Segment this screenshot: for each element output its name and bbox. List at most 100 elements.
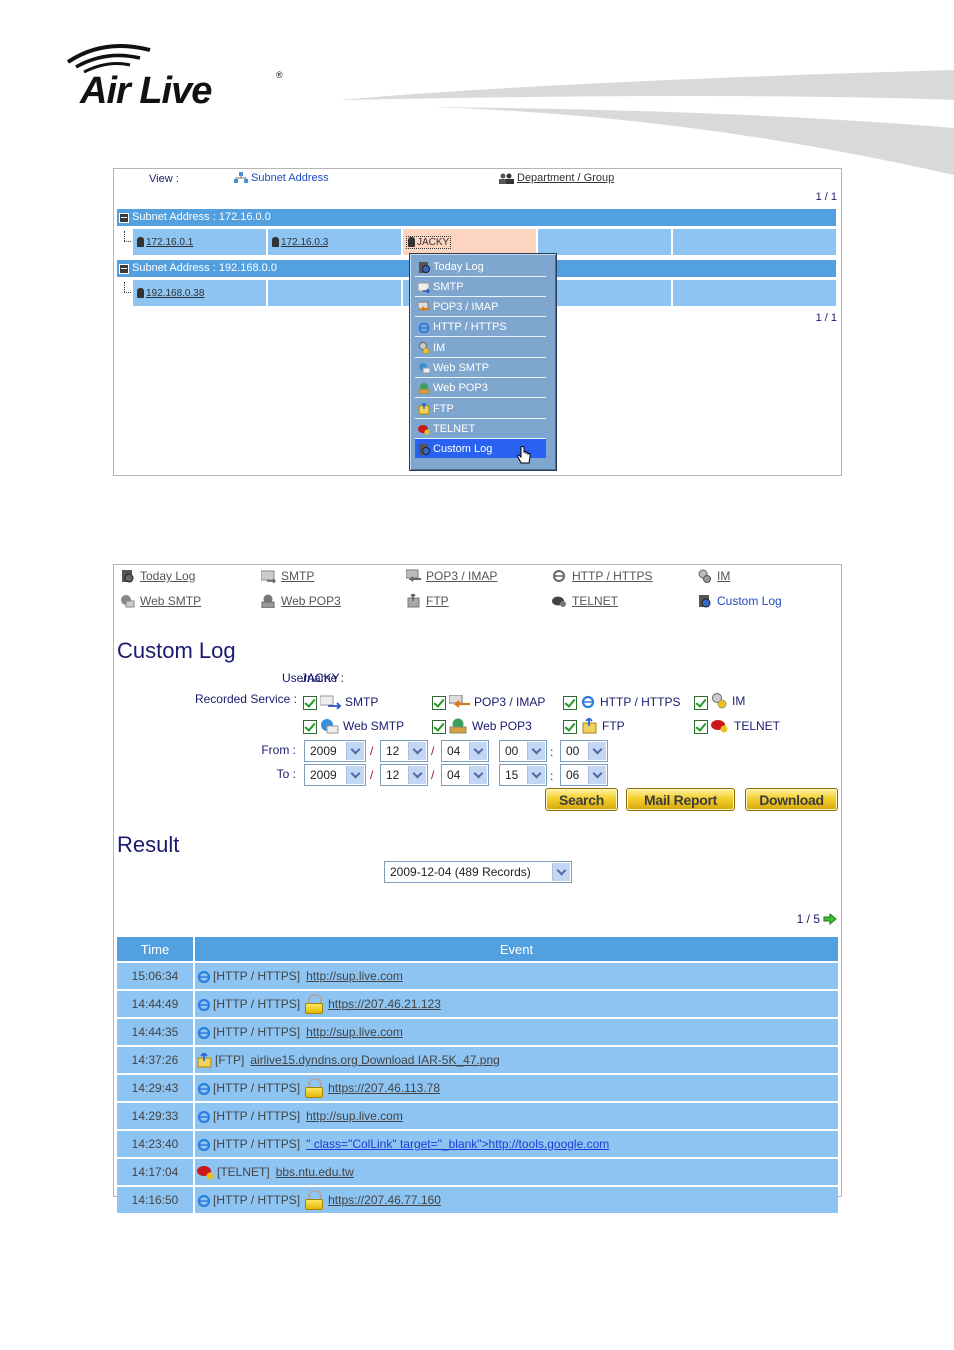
nav-today-log[interactable]: Today Log <box>120 569 195 583</box>
service-checkbox-web-pop3[interactable] <box>432 720 446 734</box>
menu-item-telnet[interactable]: TELNET <box>415 419 546 439</box>
event-link[interactable]: http://sup.live.com <box>306 1109 403 1123</box>
service-checkbox-ftp[interactable] <box>563 720 577 734</box>
from-year-select[interactable]: 2009 <box>304 740 366 762</box>
web-pop3-icon <box>418 382 430 394</box>
search-button[interactable]: Search <box>545 788 618 811</box>
group-icon <box>499 173 514 184</box>
date-separator: / <box>370 744 374 758</box>
to-month-select[interactable]: 12 <box>380 764 428 786</box>
next-page-arrow-icon[interactable] <box>823 913 837 925</box>
event-link[interactable]: airlive15.dyndns.org Download IAR-5K_47.… <box>250 1053 500 1067</box>
chevron-down-icon[interactable] <box>346 742 364 760</box>
nav-telnet[interactable]: TELNET <box>552 594 618 608</box>
host-link[interactable]: 172.16.0.1 <box>146 237 193 248</box>
event-link[interactable]: https://207.46.21.123 <box>328 997 441 1011</box>
event-type: [HTTP / HTTPS] <box>213 1025 301 1039</box>
nav-label: SMTP <box>281 569 315 583</box>
host-cell-selected[interactable]: JACKY <box>403 229 536 255</box>
http-icon <box>197 1138 211 1151</box>
host-cell[interactable]: 172.16.0.3 <box>268 229 401 255</box>
collapse-icon[interactable] <box>119 263 129 274</box>
service-checkbox-web-smtp[interactable] <box>303 720 317 734</box>
result-title: Result <box>117 832 180 857</box>
to-minute-select[interactable]: 06 <box>560 764 608 786</box>
menu-item-http[interactable]: HTTP / HTTPS <box>415 317 546 337</box>
from-day-select[interactable]: 04 <box>441 740 489 762</box>
to-year-select[interactable]: 2009 <box>304 764 366 786</box>
menu-item-smtp[interactable]: SMTP <box>415 277 546 297</box>
nav-http[interactable]: HTTP / HTTPS <box>552 569 652 583</box>
nav-pop3[interactable]: POP3 / IMAP <box>406 569 497 583</box>
host-cell-empty <box>538 280 671 306</box>
chevron-down-icon[interactable] <box>527 742 545 760</box>
chevron-down-icon[interactable] <box>469 742 487 760</box>
to-day-select[interactable]: 04 <box>441 764 489 786</box>
service-checkbox-smtp[interactable] <box>303 696 317 710</box>
chevron-down-icon[interactable] <box>408 742 426 760</box>
event-link[interactable]: " class="ColLink" target="_blank">http:/… <box>306 1137 609 1151</box>
menu-item-im[interactable]: IM <box>415 338 546 358</box>
chevron-down-icon[interactable] <box>527 766 545 784</box>
download-button[interactable]: Download <box>745 788 838 811</box>
host-cell[interactable]: 172.16.0.1 <box>133 229 266 255</box>
recorded-service-label: Recorded Service : <box>194 692 297 706</box>
event-link[interactable]: http://sup.live.com <box>306 1025 403 1039</box>
http-icon <box>197 1082 211 1095</box>
nav-web-pop3[interactable]: Web POP3 <box>261 594 341 608</box>
host-cell[interactable]: 192.168.0.38 <box>133 280 266 306</box>
view-option-subnet[interactable]: Subnet Address <box>234 172 329 184</box>
time-cell: 14:37:26 <box>117 1047 195 1073</box>
chevron-down-icon[interactable] <box>346 766 364 784</box>
table-row: 14:29:33 [HTTP / HTTPS] http://sup.live.co… <box>117 1103 838 1129</box>
airlive-logo: Air Live ® <box>64 40 294 112</box>
event-link[interactable]: https://207.46.77.160 <box>328 1193 441 1207</box>
menu-item-pop3[interactable]: POP3 / IMAP <box>415 297 546 317</box>
service-checkbox-telnet[interactable] <box>694 720 708 734</box>
lock-icon <box>305 1190 324 1210</box>
menu-item-ftp[interactable]: FTP <box>415 399 546 419</box>
result-date-select[interactable]: 2009-12-04 (489 Records) <box>384 861 572 883</box>
nav-web-smtp[interactable]: Web SMTP <box>120 594 201 608</box>
date-separator: / <box>431 744 435 758</box>
menu-item-web-smtp[interactable]: Web SMTP <box>415 358 546 378</box>
nav-im[interactable]: IM <box>697 569 730 583</box>
nav-custom-log[interactable]: Custom Log <box>697 594 782 608</box>
chevron-down-icon[interactable] <box>588 766 606 784</box>
event-cell: [HTTP / HTTPS] " class="ColLink" target="… <box>195 1131 838 1157</box>
menu-item-web-pop3[interactable]: Web POP3 <box>415 378 546 398</box>
host-focus[interactable]: JACKY <box>406 235 452 249</box>
select-value: 15 <box>505 768 519 782</box>
from-minute-select[interactable]: 00 <box>560 740 608 762</box>
subnet-header[interactable]: Subnet Address : 172.16.0.0 <box>117 209 836 226</box>
collapse-icon[interactable] <box>119 212 129 223</box>
header-swoosh <box>340 70 954 175</box>
menu-item-today-log[interactable]: Today Log <box>415 257 546 277</box>
host-link[interactable]: JACKY <box>417 237 449 248</box>
service-checkbox-pop3[interactable] <box>432 696 446 710</box>
nav-ftp[interactable]: FTP <box>406 594 449 608</box>
chevron-down-icon[interactable] <box>469 766 487 784</box>
table-row: 14:16:50 [HTTP / HTTPS] https://207.46.77.… <box>117 1187 838 1213</box>
event-cell: [HTTP / HTTPS] http://sup.live.com <box>195 1019 838 1045</box>
service-checkbox-http[interactable] <box>563 696 577 710</box>
event-link[interactable]: bbs.ntu.edu.tw <box>276 1165 354 1179</box>
event-link[interactable]: http://sup.live.com <box>306 969 403 983</box>
mail-report-button[interactable]: Mail Report <box>626 788 735 811</box>
select-value: 00 <box>505 744 519 758</box>
nav-smtp[interactable]: SMTP <box>261 569 314 583</box>
from-hour-select[interactable]: 00 <box>499 740 547 762</box>
event-cell: [TELNET] bbs.ntu.edu.tw <box>195 1159 838 1185</box>
from-month-select[interactable]: 12 <box>380 740 428 762</box>
service-checkbox-im[interactable] <box>694 696 708 710</box>
event-link[interactable]: https://207.46.113.78 <box>328 1081 440 1095</box>
service-pop3: POP3 / IMAP <box>449 695 545 709</box>
host-link[interactable]: 192.168.0.38 <box>146 288 204 299</box>
time-cell: 14:44:49 <box>117 991 195 1017</box>
chevron-down-icon[interactable] <box>552 863 570 881</box>
host-link[interactable]: 172.16.0.3 <box>281 237 328 248</box>
chevron-down-icon[interactable] <box>588 742 606 760</box>
view-option-department[interactable]: Department / Group <box>499 172 614 184</box>
to-hour-select[interactable]: 15 <box>499 764 547 786</box>
chevron-down-icon[interactable] <box>408 766 426 784</box>
